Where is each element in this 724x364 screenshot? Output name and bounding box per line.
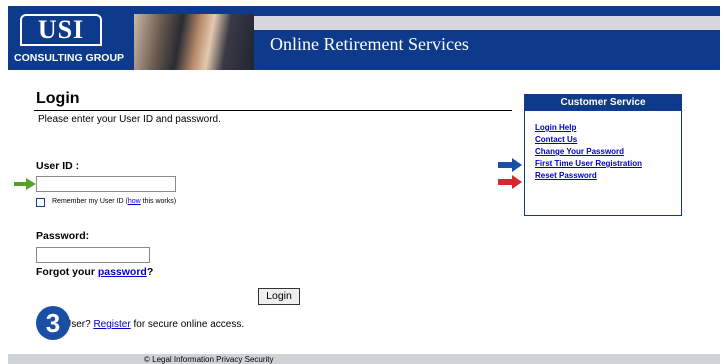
login-button[interactable]: Login [258,288,300,305]
blue-arrow-shape [498,158,522,172]
reset-password-link[interactable]: Reset Password [535,171,597,180]
first-time-registration-link[interactable]: First Time User Registration [535,159,642,168]
footer: © Legal Information Privacy Security [8,354,720,364]
forgot-password-text: Forgot your password? [36,266,153,278]
logo-subtitle: CONSULTING GROUP [14,52,125,64]
logo-text: USI [20,14,102,46]
red-arrow-shape [498,175,522,189]
remember-text: Remember my User ID ( [52,198,128,205]
customer-service-heading: Customer Service [525,95,681,111]
forgot-suffix: ? [146,266,154,278]
new-user-suffix: for secure online access. [130,319,245,330]
green-arrow-shape [14,178,36,190]
user-id-label: User ID : [36,160,80,172]
remember-how-link[interactable]: how [128,198,141,205]
green-arrow-icon [14,178,36,190]
forgot-prefix: Forgot your [36,266,98,278]
red-arrow-icon [498,175,522,189]
login-help-link[interactable]: Login Help [535,123,576,132]
customer-service-box: Customer Service Login Help Contact Us C… [524,94,682,216]
login-instructions: Please enter your User ID and password. [38,114,221,125]
usi-logo: USI CONSULTING GROUP [14,14,132,70]
remember-label: Remember my User ID (how this works) [52,198,176,205]
footer-links: © Legal Information Privacy Security [144,355,274,364]
contact-us-link[interactable]: Contact Us [535,135,577,144]
header-top-strip [254,16,720,30]
blue-arrow-icon [498,158,522,172]
remember-text-end: this works) [140,198,177,205]
user-id-input[interactable] [36,176,176,192]
title-divider [34,110,512,111]
page-title: Login [36,90,80,107]
header: USI CONSULTING GROUP Online Retirement S… [8,6,720,76]
step-number-badge: 3 [36,306,70,340]
password-label: Password: [36,230,90,242]
forgot-password-link[interactable]: password [98,266,147,278]
change-password-link[interactable]: Change Your Password [535,147,624,156]
register-link[interactable]: Register [93,319,130,330]
password-input[interactable] [36,247,150,263]
header-photo [134,14,254,74]
remember-checkbox[interactable] [36,198,45,207]
header-title: Online Retirement Services [270,34,469,54]
content-panel: Login Please enter your User ID and pass… [8,70,720,354]
